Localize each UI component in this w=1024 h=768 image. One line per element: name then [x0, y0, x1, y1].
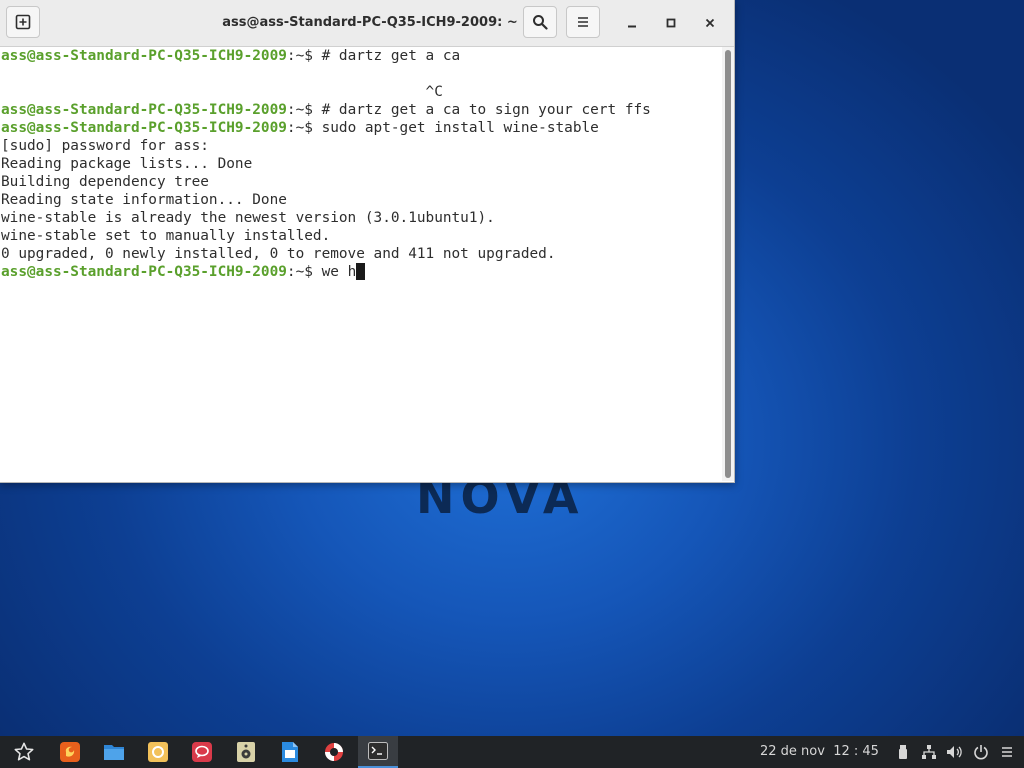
speaker-icon: [237, 742, 255, 762]
document-icon: [282, 742, 298, 762]
volume-icon: [947, 746, 962, 758]
output-text: [sudo] password for ass:: [1, 138, 209, 154]
prompt-user-host: ass@ass-Standard-PC-Q35-ICH9-2009: [1, 120, 287, 136]
terminal-line: 0 upgraded, 0 newly installed, 0 to remo…: [0, 245, 722, 263]
taskbar-help[interactable]: [314, 736, 354, 768]
terminal-line: ass@ass-Standard-PC-Q35-ICH9-2009:~$ we …: [0, 263, 722, 281]
terminal-line: Reading package lists... Done: [0, 155, 722, 173]
star-icon: [14, 742, 34, 761]
taskbar-terminal[interactable]: [358, 736, 398, 768]
maximize-icon: [666, 18, 676, 28]
close-icon: [705, 18, 715, 28]
terminal-line: [sudo] password for ass:: [0, 137, 722, 155]
window-headerbar: ass@ass-Standard-PC-Q35-ICH9-2009: ~: [0, 0, 734, 47]
minimize-button[interactable]: [618, 9, 646, 37]
power-icon: [974, 745, 988, 760]
new-tab-icon: [15, 14, 31, 30]
menu-tray[interactable]: [996, 736, 1018, 768]
power-tray[interactable]: [970, 736, 992, 768]
maximize-button[interactable]: [657, 9, 685, 37]
terminal-line: ass@ass-Standard-PC-Q35-ICH9-2009:~$ # d…: [0, 47, 722, 65]
output-text: Reading state information... Done: [1, 192, 287, 208]
firefox-icon: [60, 742, 80, 762]
hamburger-menu-button[interactable]: [566, 6, 600, 38]
taskbar-firefox[interactable]: [50, 736, 90, 768]
new-tab-button[interactable]: [6, 6, 40, 38]
scrollbar-thumb[interactable]: [725, 50, 731, 478]
taskbar-chat[interactable]: [182, 736, 222, 768]
output-text: wine-stable set to manually installed.: [1, 228, 331, 244]
prompt-user-host: ass@ass-Standard-PC-Q35-ICH9-2009: [1, 102, 287, 118]
output-text: ^C: [1, 84, 443, 100]
close-button[interactable]: [696, 9, 724, 37]
network-icon: [922, 745, 936, 759]
prompt-user-host: ass@ass-Standard-PC-Q35-ICH9-2009: [1, 264, 287, 280]
network-tray[interactable]: [918, 736, 940, 768]
hamburger-icon: [578, 17, 588, 27]
output-text: 0 upgraded, 0 newly installed, 0 to remo…: [1, 246, 556, 262]
output-text: wine-stable is already the newest versio…: [1, 210, 495, 226]
chat-icon: [192, 742, 212, 762]
menu-icon: [1002, 747, 1012, 757]
output-text: Reading package lists... Done: [1, 156, 253, 172]
start-menu-button[interactable]: [4, 736, 44, 768]
terminal-scrollbar[interactable]: [722, 47, 734, 481]
prompt-command: :~$ we h: [286, 264, 357, 280]
terminal-line: Reading state information... Done: [0, 191, 722, 209]
taskbar-documents[interactable]: [270, 736, 310, 768]
minimize-icon: [628, 25, 636, 28]
output-text: Building dependency tree: [1, 174, 209, 190]
lifebuoy-icon: [325, 743, 343, 761]
terminal-line: ass@ass-Standard-PC-Q35-ICH9-2009:~$ sud…: [0, 119, 722, 137]
text-cursor: [356, 263, 366, 280]
window-title: ass@ass-Standard-PC-Q35-ICH9-2009: ~: [222, 15, 518, 30]
taskbar: 22 de nov 12 : 45: [0, 736, 1024, 768]
search-icon: [533, 15, 548, 30]
taskbar-files[interactable]: [94, 736, 134, 768]
software-icon: [148, 742, 168, 762]
terminal-line: wine-stable set to manually installed.: [0, 227, 722, 245]
terminal-line: ass@ass-Standard-PC-Q35-ICH9-2009:~$ # d…: [0, 101, 722, 119]
prompt-user-host: ass@ass-Standard-PC-Q35-ICH9-2009: [1, 48, 287, 64]
prompt-command: :~$ # dartz get a ca to sign your cert f…: [286, 102, 651, 118]
usb-tray[interactable]: [892, 736, 914, 768]
terminal-output[interactable]: ass@ass-Standard-PC-Q35-ICH9-2009:~$ # d…: [0, 47, 722, 481]
prompt-command: :~$ # dartz get a ca: [286, 48, 461, 64]
prompt-command: :~$ sudo apt-get install wine-stable: [286, 120, 599, 136]
taskbar-music[interactable]: [226, 736, 266, 768]
usb-icon: [899, 745, 907, 759]
terminal-line: ^C: [0, 83, 722, 101]
volume-tray[interactable]: [944, 736, 966, 768]
search-button[interactable]: [523, 6, 557, 38]
taskbar-clock[interactable]: 22 de nov 12 : 45: [760, 736, 879, 768]
terminal-window: ass@ass-Standard-PC-Q35-ICH9-2009: ~ ass…: [0, 0, 735, 483]
terminal-icon: [368, 742, 388, 760]
taskbar-software[interactable]: [138, 736, 178, 768]
terminal-line: wine-stable is already the newest versio…: [0, 209, 722, 227]
folder-icon: [104, 745, 124, 760]
terminal-line: Building dependency tree: [0, 173, 722, 191]
